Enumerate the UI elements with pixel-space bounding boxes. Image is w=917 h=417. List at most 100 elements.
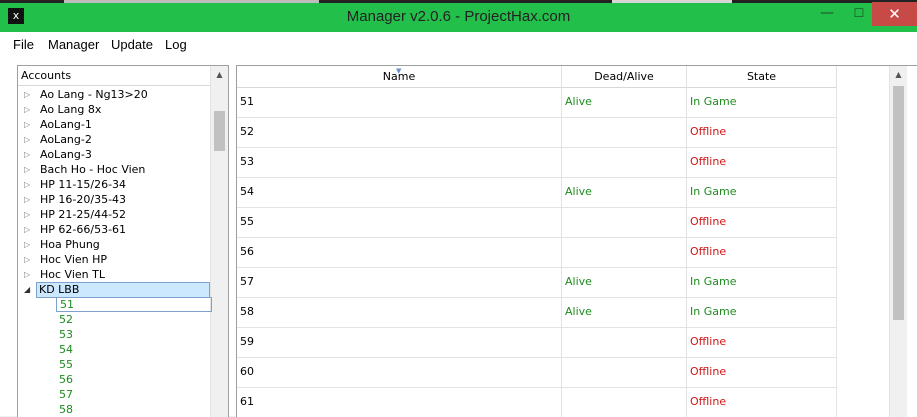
expand-arrow-icon[interactable]: ▷ — [24, 237, 34, 252]
cell-dead-alive — [562, 237, 687, 267]
expand-arrow-icon[interactable]: ▷ — [24, 207, 34, 222]
expand-arrow-icon[interactable]: ▷ — [24, 102, 34, 117]
cell-name: 53 — [237, 147, 562, 177]
close-button[interactable]: ✕ — [872, 2, 917, 26]
tree-node-label: AoLang-1 — [40, 118, 92, 131]
cell-name: 61 — [237, 387, 562, 417]
table-row[interactable]: 58 Alive In Game — [237, 297, 837, 328]
table-row[interactable]: 55 Offline — [237, 207, 837, 238]
minimize-button[interactable]: — — [812, 2, 842, 24]
cell-dead-alive — [562, 207, 687, 237]
cell-state: In Game — [687, 267, 837, 297]
tree-node-expanded[interactable]: ◢ KD LBB — [18, 282, 210, 298]
menu-manager[interactable]: Manager — [48, 37, 99, 52]
cell-dead-alive: Alive — [562, 87, 687, 117]
tree-node-label: HP 21-25/44-52 — [40, 208, 127, 221]
tree-node-label: Bach Ho - Hoc Vien — [40, 163, 146, 176]
expand-arrow-icon[interactable]: ▷ — [24, 87, 34, 102]
cell-state: Offline — [687, 357, 837, 387]
accounts-tree: Accounts ▲ ▷ Ao Lang - Ng13>20 ▷ Ao Lang 8x… — [17, 65, 229, 417]
cell-name: 55 — [237, 207, 562, 237]
cell-state: In Game — [687, 297, 837, 327]
expand-arrow-icon[interactable]: ▷ — [24, 192, 34, 207]
table-row[interactable]: 56 Offline — [237, 237, 837, 268]
table-row[interactable]: 59 Offline — [237, 327, 837, 358]
tree-header: Accounts — [18, 66, 213, 86]
cell-name: 60 — [237, 357, 562, 387]
tree-child-account[interactable]: 55 — [59, 357, 73, 372]
scroll-thumb[interactable] — [893, 86, 904, 320]
scroll-thumb[interactable] — [214, 111, 225, 151]
sort-arrow-icon: ▼ — [396, 67, 402, 75]
cell-name: 58 — [237, 297, 562, 327]
tree-node-label: Hoc Vien HP — [40, 253, 108, 266]
grid-scrollbar[interactable]: ▲ — [889, 66, 907, 417]
expand-arrow-icon[interactable]: ▷ — [24, 222, 34, 237]
cell-state: In Game — [687, 87, 837, 117]
expand-arrow-icon[interactable]: ▷ — [24, 147, 34, 162]
cell-state: Offline — [687, 237, 837, 267]
tree-child-account[interactable]: 54 — [59, 342, 73, 357]
cell-dead-alive: Alive — [562, 297, 687, 327]
tree-child-account[interactable]: 56 — [59, 372, 73, 387]
tree-node-label: Ao Lang - Ng13>20 — [40, 88, 148, 101]
tree-node-label: HP 16-20/35-43 — [40, 193, 127, 206]
cell-state: Offline — [687, 207, 837, 237]
scroll-up-icon[interactable]: ▲ — [211, 66, 228, 83]
cell-state: Offline — [687, 147, 837, 177]
column-header-dead-alive[interactable]: Dead/Alive — [562, 66, 687, 87]
tree-scrollbar[interactable]: ▲ — [210, 66, 228, 417]
expand-arrow-icon[interactable]: ▷ — [24, 267, 34, 282]
table-row[interactable]: 57 Alive In Game — [237, 267, 837, 298]
expand-arrow-icon[interactable]: ▷ — [24, 177, 34, 192]
expand-arrow-icon[interactable]: ▷ — [24, 162, 34, 177]
cell-name: 54 — [237, 177, 562, 207]
cell-name: 59 — [237, 327, 562, 357]
accounts-grid: ▼ Name Dead/Alive State 51 Alive In Game 52… — [236, 65, 917, 417]
expand-arrow-icon[interactable]: ▷ — [24, 132, 34, 147]
column-header-name[interactable]: ▼ Name — [237, 66, 562, 87]
menu-log[interactable]: Log — [165, 37, 187, 52]
menu-file[interactable]: File — [13, 37, 34, 52]
cell-dead-alive — [562, 327, 687, 357]
table-row[interactable]: 52 Offline — [237, 117, 837, 148]
maximize-button[interactable]: ☐ — [846, 2, 872, 24]
cell-state: Offline — [687, 327, 837, 357]
cell-dead-alive — [562, 117, 687, 147]
tree-node-label: HP 11-15/26-34 — [40, 178, 127, 191]
cell-name: 52 — [237, 117, 562, 147]
cell-state: Offline — [687, 117, 837, 147]
tree-node-label: Hoc Vien TL — [40, 268, 105, 281]
cell-name: 56 — [237, 237, 562, 267]
tree-child-account[interactable]: 53 — [59, 327, 73, 342]
cell-name: 51 — [237, 87, 562, 117]
tree-node-label: AoLang-3 — [40, 148, 92, 161]
column-header-state[interactable]: State — [687, 66, 837, 87]
table-row[interactable]: 61 Offline — [237, 387, 837, 417]
table-row[interactable]: 60 Offline — [237, 357, 837, 388]
tree-child-account[interactable]: 52 — [59, 312, 73, 327]
tree-child-account[interactable]: 51 — [56, 297, 212, 312]
tree-node-label: KD LBB — [39, 283, 80, 296]
collapse-arrow-icon[interactable]: ◢ — [24, 282, 34, 297]
table-row[interactable]: 54 Alive In Game — [237, 177, 837, 208]
cell-state: Offline — [687, 387, 837, 417]
tree-node-label: Ao Lang 8x — [40, 103, 102, 116]
menu-update[interactable]: Update — [111, 37, 153, 52]
tree-node-label: HP 62-66/53-61 — [40, 223, 127, 236]
table-row[interactable]: 51 Alive In Game — [237, 87, 837, 118]
table-row[interactable]: 53 Offline — [237, 147, 837, 178]
cell-state: In Game — [687, 177, 837, 207]
expand-arrow-icon[interactable]: ▷ — [24, 117, 34, 132]
expand-arrow-icon[interactable]: ▷ — [24, 252, 34, 267]
cell-dead-alive — [562, 357, 687, 387]
tree-child-account[interactable]: 57 — [59, 387, 73, 402]
cell-name: 57 — [237, 267, 562, 297]
tree-node-label: Hoa Phung — [40, 238, 100, 251]
tree-child-account[interactable]: 58 — [59, 402, 73, 417]
window-title: Manager v2.0.6 - ProjectHax.com — [346, 8, 571, 25]
menu-bar: File Manager Update Log — [0, 32, 917, 56]
cell-dead-alive — [562, 387, 687, 417]
scroll-up-icon[interactable]: ▲ — [890, 66, 907, 83]
grid-header: ▼ Name Dead/Alive State — [237, 66, 837, 88]
